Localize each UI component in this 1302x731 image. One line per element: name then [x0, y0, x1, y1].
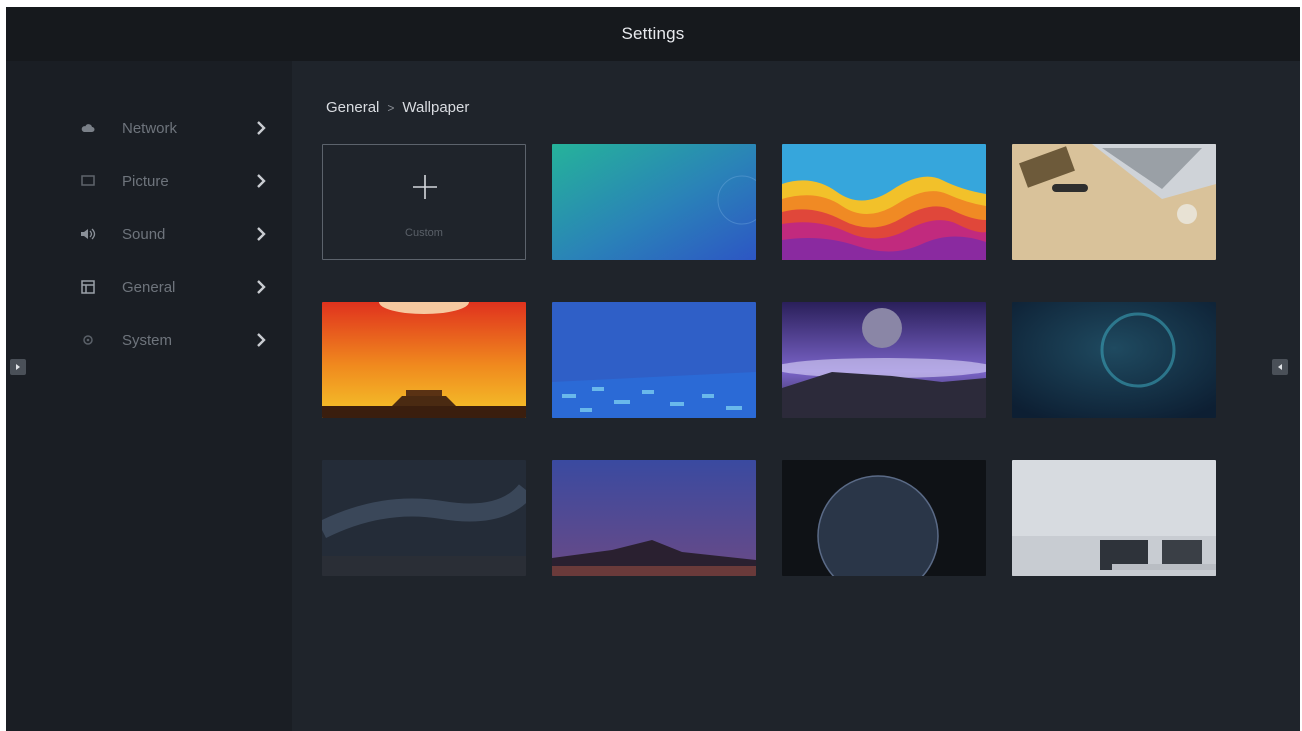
cloud-icon: [80, 120, 96, 136]
wallpaper-tile[interactable]: [782, 302, 986, 418]
chevron-right-icon: [14, 363, 22, 371]
plus-icon: [411, 173, 439, 201]
title-bar: Settings: [6, 7, 1300, 61]
sidebar-item-label: Sound: [122, 225, 166, 243]
page-left-button[interactable]: [10, 359, 26, 375]
chevron-right-icon: [256, 279, 266, 295]
wallpaper-tile[interactable]: [322, 302, 526, 418]
custom-label: Custom: [405, 227, 443, 239]
sidebar-item-sound[interactable]: Sound: [80, 217, 280, 251]
sidebar: Network Picture Sound General System: [6, 61, 292, 731]
chevron-right-icon: [256, 226, 266, 242]
window-icon: [80, 279, 96, 295]
wallpaper-tile[interactable]: [782, 460, 986, 576]
wallpaper-tile[interactable]: [552, 302, 756, 418]
custom-wallpaper-button[interactable]: Custom: [322, 144, 526, 260]
breadcrumb-separator: >: [387, 100, 395, 115]
chevron-right-icon: [256, 332, 266, 348]
breadcrumb-parent[interactable]: General: [326, 99, 379, 116]
main-panel: General > Wallpaper Custom: [292, 61, 1300, 731]
sidebar-item-label: Picture: [122, 172, 169, 190]
page-right-button[interactable]: [1272, 359, 1288, 375]
window-title: Settings: [621, 24, 685, 43]
sidebar-item-picture[interactable]: Picture: [80, 164, 280, 198]
wallpaper-tile[interactable]: [782, 144, 986, 260]
wallpaper-tile[interactable]: [1012, 144, 1216, 260]
sidebar-item-system[interactable]: System: [80, 323, 280, 357]
wallpaper-tile[interactable]: [1012, 302, 1216, 418]
chevron-right-icon: [256, 173, 266, 189]
gear-icon: [80, 332, 96, 348]
wallpaper-tile[interactable]: [552, 460, 756, 576]
chevron-left-icon: [1276, 363, 1284, 371]
breadcrumb: General > Wallpaper: [326, 99, 469, 116]
sidebar-item-network[interactable]: Network: [80, 111, 280, 145]
wallpaper-tile[interactable]: [552, 144, 756, 260]
sidebar-item-label: System: [122, 331, 173, 349]
chevron-right-icon: [256, 120, 266, 136]
sidebar-item-general[interactable]: General: [80, 270, 280, 304]
sidebar-item-label: General: [122, 278, 176, 296]
breadcrumb-current: Wallpaper: [402, 99, 470, 116]
settings-screen: Settings Network Picture Sound General S…: [6, 7, 1300, 731]
wallpaper-tile[interactable]: [322, 460, 526, 576]
sidebar-item-label: Network: [122, 119, 178, 137]
picture-icon: [80, 173, 96, 189]
wallpaper-tile[interactable]: [1012, 460, 1216, 576]
speaker-icon: [80, 226, 96, 242]
